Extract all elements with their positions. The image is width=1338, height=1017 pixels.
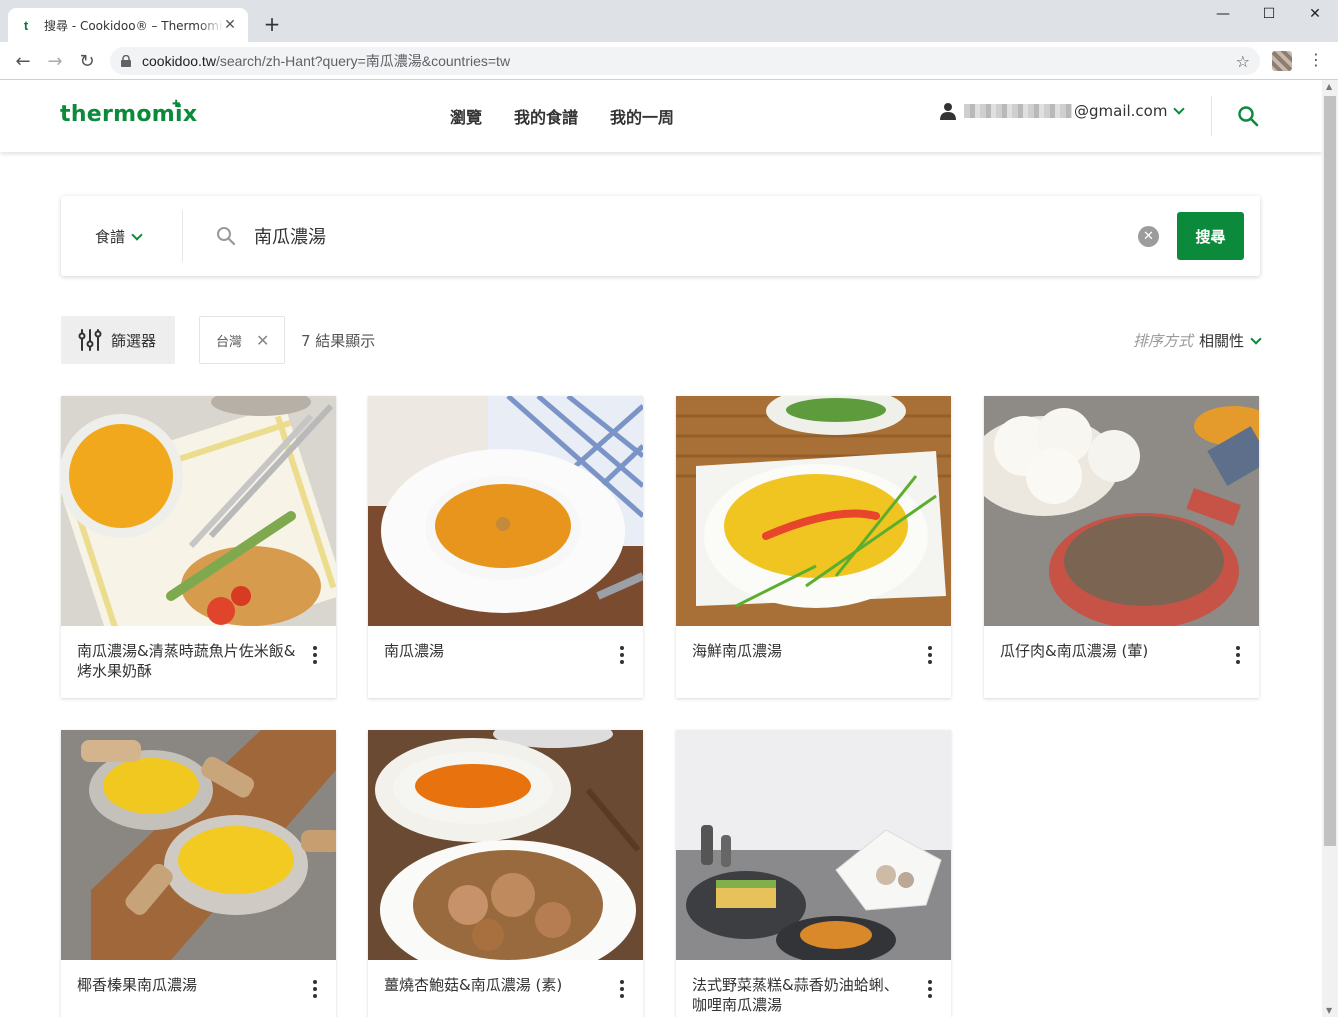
account-email: @gmail.com <box>1074 102 1168 120</box>
page-content: thermomix ✚ 瀏覽 我的食譜 我的一周 @gmail.com 食譜 南… <box>0 80 1322 1017</box>
results-count: 7 結果顯示 <box>301 332 376 350</box>
forward-arrow-icon[interactable]: → <box>44 50 66 72</box>
site-header: thermomix ✚ 瀏覽 我的食譜 我的一周 @gmail.com <box>0 80 1322 152</box>
search-icon[interactable] <box>1237 105 1259 127</box>
scope-divider <box>182 210 183 262</box>
more-options-icon[interactable] <box>619 646 625 664</box>
scroll-down-icon[interactable]: ▼ <box>1326 1006 1332 1015</box>
tab-title: 搜尋 - Cookidoo® – Thermomix <box>44 18 224 33</box>
site-favicon-icon: t <box>23 17 29 33</box>
more-options-icon[interactable] <box>927 980 933 998</box>
account-menu[interactable]: @gmail.com <box>940 102 1186 120</box>
search-input[interactable] <box>254 220 1114 252</box>
sort-value: 相關性 <box>1198 332 1244 350</box>
browser-menu-icon[interactable]: ⋮ <box>1306 50 1326 69</box>
chevron-down-icon <box>1250 332 1262 345</box>
recipe-image[interactable] <box>676 730 951 960</box>
recipe-card[interactable]: 南瓜濃湯 <box>368 396 643 698</box>
nav-my-recipes[interactable]: 我的食譜 <box>514 104 578 128</box>
recipe-card[interactable]: 海鮮南瓜濃湯 <box>676 396 951 698</box>
more-options-icon[interactable] <box>619 980 625 998</box>
recipe-image[interactable] <box>676 396 951 626</box>
more-options-icon[interactable] <box>312 646 318 664</box>
recipe-card[interactable]: 南瓜濃湯&清蒸時蔬魚片佐米飯&烤水果奶酥 <box>61 396 336 698</box>
header-divider <box>1211 96 1212 136</box>
blurred-username <box>964 104 1072 118</box>
sort-label: 排序方式 <box>1132 332 1193 350</box>
logo-leaf-icon: ✚ <box>172 99 181 110</box>
browser-toolbar: ← → ↻ cookidoo.tw/search/zh-Hant?query=南… <box>0 42 1338 80</box>
close-window-icon[interactable]: ✕ <box>1292 6 1338 26</box>
new-tab-icon[interactable]: + <box>262 14 282 34</box>
clear-search-icon[interactable]: ✕ <box>1138 226 1159 247</box>
main-nav: 瀏覽 我的食譜 我的一周 <box>450 104 674 128</box>
recipe-title[interactable]: 法式野菜蒸糕&蒜香奶油蛤蜊、咖哩南瓜濃湯 <box>692 975 912 1015</box>
reload-icon[interactable]: ↻ <box>76 50 98 72</box>
scroll-up-icon[interactable]: ▲ <box>1326 82 1332 91</box>
search-button[interactable]: 搜尋 <box>1177 212 1244 260</box>
recipe-image[interactable] <box>368 396 643 626</box>
browser-tab[interactable]: t 搜尋 - Cookidoo® – Thermomix ✕ <box>8 8 248 42</box>
recipe-image[interactable] <box>984 396 1259 626</box>
recipe-card[interactable]: 瓜仔肉&南瓜濃湯 (葷) <box>984 396 1259 698</box>
search-scope-dropdown[interactable]: 食譜 <box>95 226 143 247</box>
browser-chrome: t 搜尋 - Cookidoo® – Thermomix ✕ + — ☐ ✕ ←… <box>0 0 1338 80</box>
filter-bar: 篩選器 台灣 ✕ 7 結果顯示 排序方式 相關性 <box>61 316 1262 364</box>
minimize-window-icon[interactable]: — <box>1200 6 1246 26</box>
maximize-window-icon[interactable]: ☐ <box>1246 6 1292 26</box>
remove-chip-icon[interactable]: ✕ <box>256 331 269 350</box>
bookmark-star-icon[interactable]: ☆ <box>1236 52 1250 71</box>
search-scope-label: 食譜 <box>95 228 126 246</box>
more-options-icon[interactable] <box>927 646 933 664</box>
more-options-icon[interactable] <box>312 980 318 998</box>
close-tab-icon[interactable]: ✕ <box>222 17 238 33</box>
recipe-image[interactable] <box>61 396 336 626</box>
url-text: cookidoo.tw/search/zh-Hant?query=南瓜濃湯&co… <box>142 51 510 71</box>
back-arrow-icon[interactable]: ← <box>12 50 34 72</box>
sort-dropdown[interactable]: 排序方式 相關性 <box>1132 330 1262 351</box>
search-box: 食譜 ✕ 搜尋 <box>61 196 1260 276</box>
tab-strip: t 搜尋 - Cookidoo® – Thermomix ✕ + — ☐ ✕ <box>0 0 1338 42</box>
filters-label: 篩選器 <box>111 331 157 350</box>
profile-avatar[interactable] <box>1272 51 1292 71</box>
address-bar[interactable]: cookidoo.tw/search/zh-Hant?query=南瓜濃湯&co… <box>110 47 1260 75</box>
recipe-image[interactable] <box>368 730 643 960</box>
sliders-icon <box>78 329 102 351</box>
country-filter-chip[interactable]: 台灣 ✕ <box>199 316 285 364</box>
nav-browse[interactable]: 瀏覽 <box>450 104 482 128</box>
recipe-card[interactable]: 薑燒杏鮑菇&南瓜濃湯 (素) <box>368 730 643 1017</box>
recipe-card[interactable]: 椰香榛果南瓜濃湯 <box>61 730 336 1017</box>
search-icon <box>217 227 236 246</box>
recipe-title[interactable]: 瓜仔肉&南瓜濃湯 (葷) <box>1000 641 1220 661</box>
url-path: /search/zh-Hant?query=南瓜濃湯&countries=tw <box>215 53 511 69</box>
chip-label: 台灣 <box>216 334 243 350</box>
page-scrollbar[interactable]: ▲ ▼ <box>1322 80 1338 1017</box>
recipe-title[interactable]: 薑燒杏鮑菇&南瓜濃湯 (素) <box>384 975 604 995</box>
filters-button[interactable]: 篩選器 <box>61 316 175 364</box>
more-options-icon[interactable] <box>1235 646 1241 664</box>
recipe-title[interactable]: 南瓜濃湯&清蒸時蔬魚片佐米飯&烤水果奶酥 <box>77 641 297 681</box>
chevron-down-icon <box>1173 103 1186 115</box>
url-host: cookidoo.tw <box>142 53 216 69</box>
recipe-title[interactable]: 椰香榛果南瓜濃湯 <box>77 975 297 995</box>
chevron-down-icon <box>131 228 143 241</box>
recipe-title[interactable]: 南瓜濃湯 <box>384 641 604 661</box>
user-icon <box>940 103 956 120</box>
scrollbar-thumb[interactable] <box>1324 96 1336 846</box>
recipe-image[interactable] <box>61 730 336 960</box>
lock-icon <box>121 55 131 67</box>
recipe-card[interactable]: 法式野菜蒸糕&蒜香奶油蛤蜊、咖哩南瓜濃湯 <box>676 730 951 1017</box>
recipe-title[interactable]: 海鮮南瓜濃湯 <box>692 641 912 661</box>
nav-my-week[interactable]: 我的一周 <box>610 104 674 128</box>
